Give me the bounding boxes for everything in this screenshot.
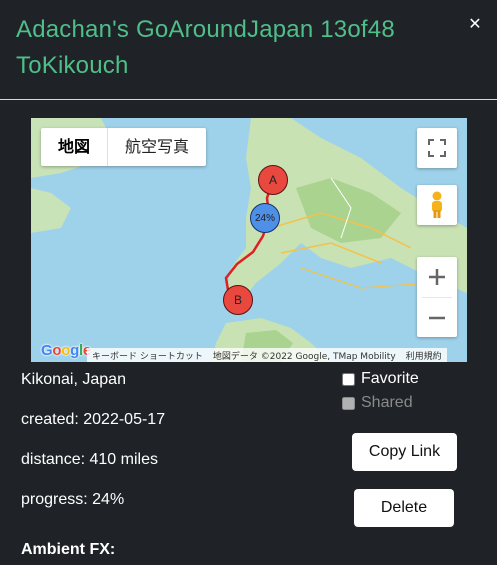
marker-progress[interactable]: 24% <box>250 203 280 233</box>
map-data-credit: 地図データ ©2022 Google, TMap Mobility <box>212 351 396 362</box>
copy-link-button[interactable]: Copy Link <box>352 433 457 471</box>
delete-button[interactable]: Delete <box>354 489 454 527</box>
marker-start[interactable]: A <box>258 165 288 195</box>
fullscreen-icon <box>428 139 446 157</box>
ambient-fx-label: Ambient FX: <box>21 541 116 558</box>
map-type-toggle: 地図 航空写真 <box>41 128 207 166</box>
marker-end[interactable]: B <box>223 285 253 315</box>
street-view-button[interactable] <box>417 185 457 225</box>
header-divider <box>0 99 497 100</box>
google-logo: Google <box>41 342 91 359</box>
favorite-checkbox[interactable] <box>342 372 355 386</box>
favorite-option: Favorite <box>342 370 419 388</box>
zoom-out-button[interactable] <box>417 298 457 338</box>
shared-option: Shared <box>342 394 413 412</box>
close-icon[interactable]: ✕ <box>466 16 484 34</box>
zoom-in-button[interactable] <box>417 257 457 297</box>
route-map[interactable]: 地図 航空写真 A 24% B Google <box>31 118 467 362</box>
map-type-map[interactable]: 地図 <box>41 128 107 166</box>
map-attribution: キーボード ショートカット 地図データ ©2022 Google, TMap M… <box>87 348 447 362</box>
terms-link[interactable]: 利用規約 <box>401 349 447 362</box>
created-date: created: 2022-05-17 <box>21 411 166 428</box>
keyboard-shortcuts-link[interactable]: キーボード ショートカット <box>87 349 208 362</box>
page-title: Adachan's GoAroundJapan 13of48 ToKikouch <box>16 16 395 79</box>
fullscreen-button[interactable] <box>417 128 457 168</box>
pegman-icon <box>432 191 442 218</box>
map-type-satellite[interactable]: 航空写真 <box>108 128 206 166</box>
plus-icon <box>429 269 445 285</box>
shared-checkbox[interactable] <box>342 396 355 410</box>
minus-icon <box>429 316 445 320</box>
shared-label: Shared <box>361 394 413 411</box>
distance-value: distance: 410 miles <box>21 451 158 468</box>
favorite-label: Favorite <box>361 370 419 387</box>
zoom-controls <box>417 257 457 337</box>
location-label: Kikonai, Japan <box>21 371 126 388</box>
progress-value: progress: 24% <box>21 491 125 508</box>
